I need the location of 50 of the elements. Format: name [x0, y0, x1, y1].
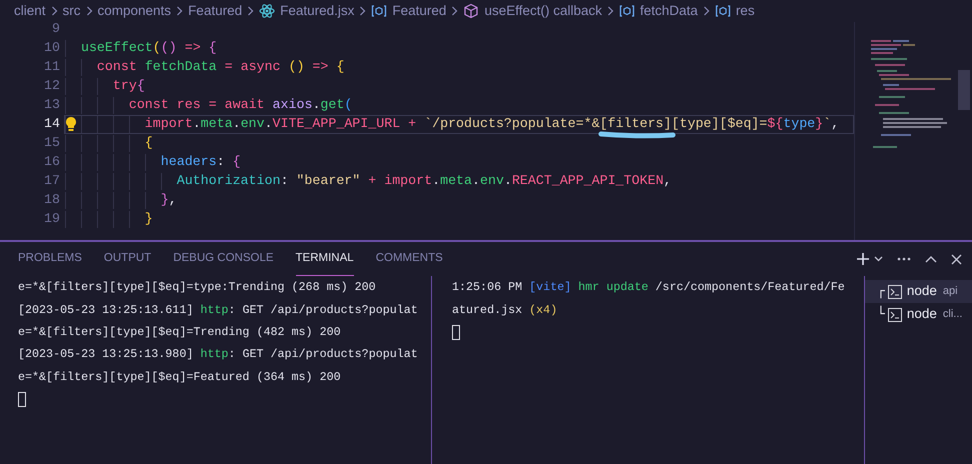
- breadcrumb-item[interactable]: useEffect() callback: [484, 0, 602, 22]
- code-line: const fetchData = async () => {: [96, 58, 344, 76]
- line-number: 16: [43, 153, 61, 172]
- panel-tab[interactable]: OUTPUT: [104, 242, 152, 276]
- line-number: 11: [43, 58, 61, 76]
- terminal-output: [2023-05-23 13:25:13.611] http: GET /api/products?populat: [18, 302, 418, 319]
- code-line: }: [144, 210, 153, 228]
- code-line: },: [160, 191, 177, 210]
- terminal-output: 1:25:06 PM [vite] hmr update /src/components/Featured/Fe: [452, 279, 845, 296]
- code-line: {: [144, 134, 153, 152]
- code-line: Authorization: "bearer" + import.meta.env.REACT_APP_API_TOKEN,: [176, 172, 672, 190]
- terminal-output: e=*&[filters][type][$eq]=Trending (482 ms) 200: [18, 324, 341, 341]
- terminal-detail: api: [942, 284, 958, 300]
- code-line: headers: {: [160, 153, 241, 172]
- breadcrumb-item[interactable]: src: [62, 0, 81, 22]
- terminal-name: node: [906, 282, 937, 300]
- line-number: 14: [43, 115, 61, 134]
- breadcrumb-item[interactable]: Featured.jsx: [280, 0, 354, 22]
- breadcrumb-item[interactable]: client: [14, 0, 46, 22]
- line-number: 9: [51, 22, 61, 38]
- code-line: const res = await axios.get(: [128, 96, 352, 114]
- line-number: 13: [43, 96, 61, 114]
- terminal-item[interactable]: └ node cli...: [865, 303, 972, 326]
- terminal-item[interactable]: ┌ node api: [865, 280, 972, 303]
- terminal-output: atured.jsx (x4): [452, 302, 558, 319]
- line-number: 10: [43, 39, 61, 58]
- panel-tab[interactable]: DEBUG CONSOLE: [173, 242, 274, 276]
- tree-bracket: └: [877, 304, 885, 324]
- breadcrumb-item[interactable]: fetchData: [640, 0, 698, 22]
- line-number: 12: [43, 77, 61, 96]
- terminal-detail: cli...: [942, 307, 962, 322]
- tree-bracket: ┌: [877, 282, 885, 301]
- panel-tab[interactable]: COMMENTS: [376, 242, 443, 276]
- panel-tab[interactable]: PROBLEMS: [18, 242, 82, 276]
- breadcrumb-item[interactable]: Featured: [392, 0, 446, 22]
- line-number: 19: [43, 210, 61, 228]
- code-line: useEffect(() => {: [80, 39, 217, 58]
- breadcrumb-item[interactable]: components: [98, 0, 172, 22]
- terminal-output: e=*&[filters][type][$eq]=type:Trending (268 ms) 200: [18, 279, 376, 296]
- terminal-output: [2023-05-23 13:25:13.980] http: GET /api/products?populat: [18, 346, 418, 364]
- code-line: import.meta.env.VITE_APP_API_URL + `/products?populate=*&[filters][type][$eq]=${type}`,: [144, 115, 840, 134]
- terminal-name: node: [906, 305, 937, 324]
- breadcrumb-item[interactable]: res: [736, 0, 755, 22]
- breadcrumb-item[interactable]: Featured: [188, 0, 242, 22]
- line-number: 17: [43, 172, 61, 190]
- line-number: 15: [43, 134, 61, 152]
- panel-tab[interactable]: TERMINAL: [296, 242, 354, 276]
- line-number: 18: [43, 191, 61, 210]
- code-line: try{: [112, 77, 145, 96]
- terminal-output: e=*&[filters][type][$eq]=Featured (364 ms) 200: [18, 368, 341, 386]
